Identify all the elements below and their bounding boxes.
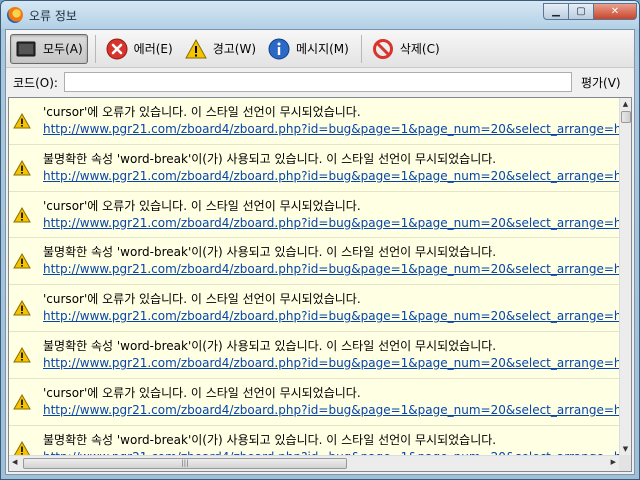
message-row[interactable]: 'cursor'에 오류가 있습니다. 이 스타일 선언이 무시되었습니다. ht… bbox=[9, 98, 620, 145]
message-source-link[interactable]: http://www.pgr21.com/zboard4/zboard.php?… bbox=[43, 356, 620, 370]
filter-warnings-button[interactable]: 경고(W) bbox=[180, 34, 261, 64]
info-icon bbox=[268, 38, 290, 59]
filter-warnings-label: 경고(W) bbox=[212, 42, 256, 56]
message-source-link[interactable]: http://www.pgr21.com/zboard4/zboard.php?… bbox=[43, 122, 620, 136]
code-bar: 코드(O): 평가(V) bbox=[6, 68, 634, 96]
warning-icon bbox=[184, 38, 207, 58]
clear-icon bbox=[372, 38, 393, 59]
message-row[interactable]: 불명확한 속성 'word-break'이(가) 사용되고 있습니다. 이 스타… bbox=[9, 331, 620, 379]
warning-icon bbox=[13, 159, 31, 176]
message-source-link[interactable]: http://www.pgr21.com/zboard4/zboard.php?… bbox=[43, 169, 620, 183]
error-console-window: 오류 정보 ▁ ▢ ✕ 모두(A) 에러(E) 경고(W) 메시지(M) 삭제(… bbox=[0, 0, 640, 480]
warning-icon bbox=[13, 346, 31, 363]
message-text: 'cursor'에 오류가 있습니다. 이 스타일 선언이 무시되었습니다. bbox=[43, 385, 361, 400]
toolbar-separator bbox=[360, 34, 362, 63]
message-row[interactable]: 불명확한 속성 'word-break'이(가) 사용되고 있습니다. 이 스타… bbox=[9, 238, 620, 286]
message-row[interactable]: 'cursor'에 오류가 있습니다. 이 스타일 선언이 무시되었습니다. ht… bbox=[9, 378, 620, 426]
filter-all-button[interactable]: 모두(A) bbox=[10, 33, 88, 64]
horizontal-scrollbar[interactable]: ◀ ||| ▶ bbox=[9, 455, 620, 471]
warning-icon bbox=[13, 113, 31, 129]
warning-icon bbox=[13, 440, 31, 456]
error-icon bbox=[106, 38, 128, 59]
close-button[interactable]: ✕ bbox=[593, 3, 637, 20]
filter-errors-button[interactable]: 에러(E) bbox=[101, 34, 178, 64]
maximize-button[interactable]: ▢ bbox=[568, 3, 594, 20]
warning-icon bbox=[13, 393, 31, 410]
scroll-corner bbox=[619, 455, 631, 471]
filter-messages-label: 메시지(M) bbox=[296, 42, 349, 56]
horizontal-scroll-thumb[interactable]: ||| bbox=[23, 458, 347, 469]
message-source-link[interactable]: http://www.pgr21.com/zboard4/zboard.php?… bbox=[43, 262, 620, 276]
title-bar[interactable]: 오류 정보 ▁ ▢ ✕ bbox=[1, 1, 639, 29]
vertical-scrollbar[interactable]: ▲ ▼ bbox=[619, 98, 631, 456]
clear-button[interactable]: 삭제(C) bbox=[367, 34, 445, 64]
message-row[interactable]: 'cursor'에 오류가 있습니다. 이 스타일 선언이 무시되었습니다. ht… bbox=[9, 285, 620, 332]
message-rows: 'cursor'에 오류가 있습니다. 이 스타일 선언이 무시되었습니다. ht… bbox=[9, 98, 620, 456]
message-text: 'cursor'에 오류가 있습니다. 이 스타일 선언이 무시되었습니다. bbox=[43, 198, 361, 213]
message-text: 'cursor'에 오류가 있습니다. 이 스타일 선언이 무시되었습니다. bbox=[43, 292, 361, 307]
message-text: 불명확한 속성 'word-break'이(가) 사용되고 있습니다. 이 스타… bbox=[43, 432, 497, 447]
message-list[interactable]: 'cursor'에 오류가 있습니다. 이 스타일 선언이 무시되었습니다. ht… bbox=[8, 97, 632, 472]
filter-all-label: 모두(A) bbox=[43, 42, 83, 56]
scroll-up-arrow[interactable]: ▲ bbox=[620, 98, 631, 111]
scroll-left-arrow[interactable]: ◀ bbox=[12, 458, 17, 466]
message-text: 불명확한 속성 'word-break'이(가) 사용되고 있습니다. 이 스타… bbox=[43, 151, 497, 166]
firefox-icon bbox=[7, 7, 23, 23]
warning-icon bbox=[13, 253, 31, 269]
message-source-link[interactable]: http://www.pgr21.com/zboard4/zboard.php?… bbox=[43, 309, 620, 323]
warning-icon bbox=[13, 300, 31, 316]
client-area: 모두(A) 에러(E) 경고(W) 메시지(M) 삭제(C) 코드(O): 평가… bbox=[5, 29, 635, 475]
message-source-link[interactable]: http://www.pgr21.com/zboard4/zboard.php?… bbox=[43, 403, 620, 417]
filter-messages-button[interactable]: 메시지(M) bbox=[263, 34, 354, 64]
clear-label: 삭제(C) bbox=[399, 42, 440, 56]
toolbar: 모두(A) 에러(E) 경고(W) 메시지(M) 삭제(C) bbox=[6, 30, 634, 68]
code-label: 코드(O): bbox=[13, 75, 58, 90]
minimize-button[interactable]: ▁ bbox=[543, 3, 569, 20]
message-source-link[interactable]: http://www.pgr21.com/zboard4/zboard.php?… bbox=[43, 216, 620, 230]
code-input[interactable] bbox=[63, 72, 572, 92]
window-title: 오류 정보 bbox=[29, 9, 77, 23]
filter-errors-label: 에러(E) bbox=[133, 42, 173, 56]
vertical-scroll-thumb[interactable] bbox=[621, 111, 631, 123]
warning-icon bbox=[13, 206, 31, 223]
scroll-right-arrow[interactable]: ▶ bbox=[611, 458, 616, 466]
toolbar-separator bbox=[94, 34, 96, 63]
message-text: 불명확한 속성 'word-break'이(가) 사용되고 있습니다. 이 스타… bbox=[43, 338, 497, 353]
all-messages-icon bbox=[16, 41, 36, 56]
message-row[interactable]: 불명확한 속성 'word-break'이(가) 사용되고 있습니다. 이 스타… bbox=[9, 425, 620, 456]
message-text: 불명확한 속성 'word-break'이(가) 사용되고 있습니다. 이 스타… bbox=[43, 245, 497, 260]
evaluate-button[interactable]: 평가(V) bbox=[581, 74, 621, 91]
message-row[interactable]: 'cursor'에 오류가 있습니다. 이 스타일 선언이 무시되었습니다. ht… bbox=[9, 191, 620, 239]
message-row[interactable]: 불명확한 속성 'word-break'이(가) 사용되고 있습니다. 이 스타… bbox=[9, 144, 620, 192]
message-text: 'cursor'에 오류가 있습니다. 이 스타일 선언이 무시되었습니다. bbox=[43, 105, 361, 119]
window-controls: ▁ ▢ ✕ bbox=[543, 3, 637, 20]
